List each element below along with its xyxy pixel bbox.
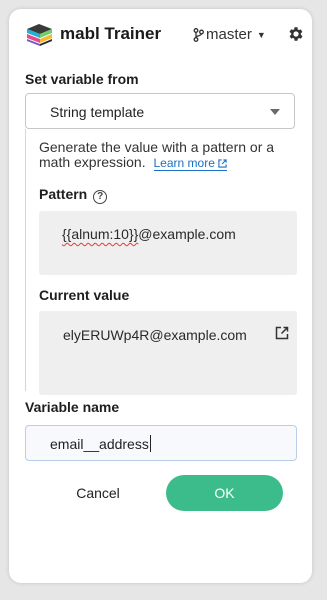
variable-name-text: email__address [50, 436, 149, 452]
variable-name-input[interactable]: email__address [25, 425, 297, 461]
template-options: Generate the value with a pattern or a m… [25, 129, 297, 395]
chevron-down-icon: ▼ [256, 29, 266, 40]
help-icon[interactable]: ? [93, 190, 108, 204]
open-external-icon[interactable] [275, 326, 289, 340]
mabl-logo-icon [27, 24, 52, 46]
pattern-label-text: Pattern [39, 186, 88, 202]
text-cursor [149, 435, 151, 452]
learn-more-text: Learn more [153, 156, 215, 170]
current-value-label: Current value [39, 287, 130, 303]
pattern-token: {{alnum:10}} [62, 226, 139, 242]
source-select[interactable]: String template [25, 93, 295, 129]
pattern-value: {{alnum:10}}@example.com [62, 226, 236, 242]
description: Generate the value with a pattern or a m… [39, 140, 297, 171]
caret-down-icon [270, 109, 280, 115]
branch-name: master [206, 26, 252, 43]
variable-name-value: email__address [50, 435, 151, 452]
pattern-label: Pattern? [39, 186, 108, 204]
trainer-panel: mabl Trainer master ▼ Set variable from … [9, 9, 312, 583]
current-value-box: elyERUWp4R@example.com [39, 311, 297, 395]
variable-name-label: Variable name [25, 399, 120, 415]
ok-button[interactable]: OK [166, 475, 283, 511]
source-select-value: String template [50, 104, 145, 120]
current-value: elyERUWp4R@example.com [63, 327, 247, 343]
branch-selector[interactable]: master ▼ [193, 26, 266, 43]
gear-icon[interactable] [287, 25, 305, 43]
cancel-button[interactable]: Cancel [65, 485, 131, 505]
learn-more-link[interactable]: Learn more [153, 156, 227, 171]
external-link-icon [218, 159, 227, 168]
git-branch-icon [193, 27, 204, 42]
pattern-suffix: @example.com [138, 226, 236, 242]
set-variable-label: Set variable from [25, 71, 139, 87]
app-title: mabl Trainer [60, 24, 162, 43]
pattern-field[interactable]: {{alnum:10}}@example.com [39, 211, 297, 275]
header: mabl Trainer master ▼ [25, 21, 305, 49]
